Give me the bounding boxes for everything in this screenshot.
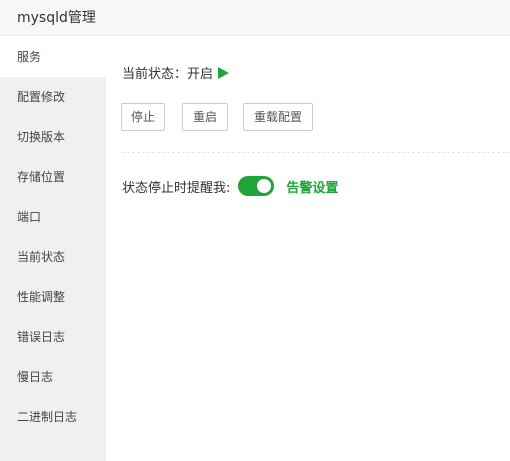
title-bar: mysqld管理 xyxy=(0,0,510,36)
sidebar-item-storage-location[interactable]: 存储位置 xyxy=(0,157,106,197)
sidebar-item-switch-version[interactable]: 切换版本 xyxy=(0,117,106,157)
window-title: mysqld管理 xyxy=(17,10,96,26)
status-line: 当前状态： 开启 xyxy=(122,63,230,82)
sidebar-item-slow-log[interactable]: 慢日志 xyxy=(0,357,106,397)
reload-config-button[interactable]: 重载配置 xyxy=(243,103,313,131)
stop-notify-toggle[interactable] xyxy=(238,176,275,196)
stop-notify-label: 状态停止时提醒我: xyxy=(122,180,231,196)
sidebar-item-config-edit[interactable]: 配置修改 xyxy=(0,77,106,117)
restart-button[interactable]: 重启 xyxy=(182,103,228,131)
toggle-knob xyxy=(257,179,272,193)
stop-notify-row: 状态停止时提醒我: 告警设置 xyxy=(122,175,338,197)
sidebar-item-service[interactable]: 服务 xyxy=(0,37,106,77)
divider xyxy=(122,152,510,153)
service-panel: 当前状态： 开启 停止 重启 重载配置 状态停止时提醒我: 告警设置 xyxy=(106,37,510,461)
sidebar-item-binary-log[interactable]: 二进制日志 xyxy=(0,397,106,437)
sidebar-item-performance-tuning[interactable]: 性能调整 xyxy=(0,277,106,317)
mysqld-manager-window: mysqld管理 服务 配置修改 切换版本 存储位置 端口 当前状态 性能调整 … xyxy=(0,0,510,461)
alarm-settings-link[interactable]: 告警设置 xyxy=(286,177,338,196)
stop-button[interactable]: 停止 xyxy=(121,103,165,131)
sidebar-item-port[interactable]: 端口 xyxy=(0,197,106,237)
sidebar-item-error-log[interactable]: 错误日志 xyxy=(0,317,106,357)
status-label: 当前状态： xyxy=(122,67,188,82)
sidebar: 服务 配置修改 切换版本 存储位置 端口 当前状态 性能调整 错误日志 慢日志 … xyxy=(0,37,106,461)
play-icon xyxy=(218,66,230,79)
status-value: 开启 xyxy=(187,67,214,82)
sidebar-item-current-status[interactable]: 当前状态 xyxy=(0,237,106,277)
